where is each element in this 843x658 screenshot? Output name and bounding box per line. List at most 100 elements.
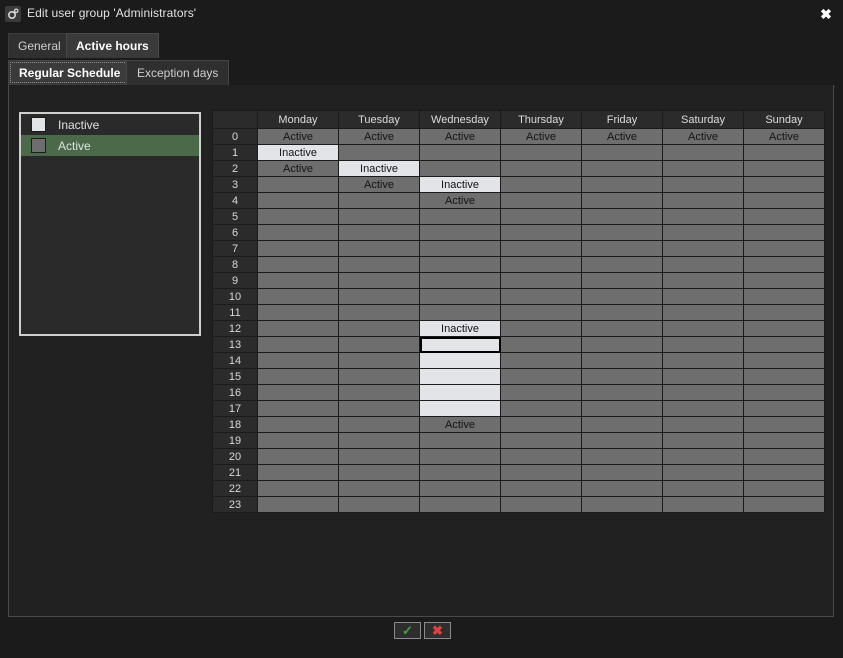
schedule-cell-saturday-18[interactable]	[663, 417, 744, 433]
schedule-cell-saturday-15[interactable]	[663, 369, 744, 385]
schedule-cell-thursday-1[interactable]	[501, 145, 582, 161]
schedule-cell-friday-15[interactable]	[582, 369, 663, 385]
schedule-cell-sunday-3[interactable]	[744, 177, 825, 193]
schedule-cell-tuesday-21[interactable]	[339, 465, 420, 481]
close-icon[interactable]: ✖	[817, 6, 835, 22]
schedule-cell-tuesday-4[interactable]	[339, 193, 420, 209]
schedule-cell-saturday-12[interactable]	[663, 321, 744, 337]
state-legend-list[interactable]: Inactive Active	[19, 112, 201, 336]
schedule-cell-wednesday-14[interactable]	[420, 353, 501, 369]
schedule-cell-sunday-6[interactable]	[744, 225, 825, 241]
schedule-cell-thursday-13[interactable]	[501, 337, 582, 353]
schedule-cell-tuesday-2[interactable]: Inactive	[339, 161, 420, 177]
schedule-cell-monday-20[interactable]	[258, 449, 339, 465]
schedule-cell-thursday-3[interactable]	[501, 177, 582, 193]
schedule-cell-tuesday-18[interactable]	[339, 417, 420, 433]
schedule-cell-monday-22[interactable]	[258, 481, 339, 497]
schedule-cell-thursday-19[interactable]	[501, 433, 582, 449]
schedule-cell-friday-4[interactable]	[582, 193, 663, 209]
schedule-cell-friday-19[interactable]	[582, 433, 663, 449]
schedule-cell-wednesday-13[interactable]	[420, 337, 501, 353]
schedule-cell-sunday-21[interactable]	[744, 465, 825, 481]
schedule-cell-wednesday-18[interactable]: Active	[420, 417, 501, 433]
schedule-cell-monday-2[interactable]: Active	[258, 161, 339, 177]
schedule-cell-wednesday-4[interactable]: Active	[420, 193, 501, 209]
schedule-cell-tuesday-1[interactable]	[339, 145, 420, 161]
schedule-cell-thursday-9[interactable]	[501, 273, 582, 289]
schedule-cell-tuesday-8[interactable]	[339, 257, 420, 273]
schedule-cell-friday-18[interactable]	[582, 417, 663, 433]
schedule-cell-thursday-2[interactable]	[501, 161, 582, 177]
schedule-cell-friday-17[interactable]	[582, 401, 663, 417]
schedule-cell-saturday-0[interactable]: Active	[663, 129, 744, 145]
schedule-cell-friday-9[interactable]	[582, 273, 663, 289]
schedule-cell-friday-0[interactable]: Active	[582, 129, 663, 145]
schedule-cell-sunday-20[interactable]	[744, 449, 825, 465]
schedule-cell-monday-19[interactable]	[258, 433, 339, 449]
schedule-cell-thursday-18[interactable]	[501, 417, 582, 433]
schedule-cell-wednesday-3[interactable]: Inactive	[420, 177, 501, 193]
schedule-cell-monday-17[interactable]	[258, 401, 339, 417]
schedule-cell-saturday-4[interactable]	[663, 193, 744, 209]
schedule-cell-wednesday-9[interactable]	[420, 273, 501, 289]
schedule-cell-tuesday-14[interactable]	[339, 353, 420, 369]
schedule-cell-monday-8[interactable]	[258, 257, 339, 273]
schedule-cell-tuesday-19[interactable]	[339, 433, 420, 449]
schedule-cell-sunday-10[interactable]	[744, 289, 825, 305]
schedule-cell-tuesday-3[interactable]: Active	[339, 177, 420, 193]
schedule-cell-thursday-22[interactable]	[501, 481, 582, 497]
schedule-cell-saturday-20[interactable]	[663, 449, 744, 465]
schedule-cell-saturday-3[interactable]	[663, 177, 744, 193]
legend-item-inactive[interactable]: Inactive	[21, 114, 199, 135]
schedule-cell-thursday-0[interactable]: Active	[501, 129, 582, 145]
schedule-cell-monday-5[interactable]	[258, 209, 339, 225]
schedule-cell-monday-15[interactable]	[258, 369, 339, 385]
schedule-cell-sunday-23[interactable]	[744, 497, 825, 513]
schedule-cell-sunday-8[interactable]	[744, 257, 825, 273]
schedule-cell-sunday-0[interactable]: Active	[744, 129, 825, 145]
schedule-cell-tuesday-23[interactable]	[339, 497, 420, 513]
schedule-cell-wednesday-22[interactable]	[420, 481, 501, 497]
schedule-cell-monday-0[interactable]: Active	[258, 129, 339, 145]
column-header-tuesday[interactable]: Tuesday	[339, 111, 420, 129]
schedule-cell-monday-9[interactable]	[258, 273, 339, 289]
schedule-cell-thursday-17[interactable]	[501, 401, 582, 417]
schedule-cell-thursday-14[interactable]	[501, 353, 582, 369]
schedule-cell-friday-1[interactable]	[582, 145, 663, 161]
schedule-cell-sunday-7[interactable]	[744, 241, 825, 257]
schedule-cell-sunday-11[interactable]	[744, 305, 825, 321]
schedule-cell-monday-1[interactable]: Inactive	[258, 145, 339, 161]
schedule-cell-sunday-18[interactable]	[744, 417, 825, 433]
schedule-cell-thursday-4[interactable]	[501, 193, 582, 209]
schedule-cell-monday-13[interactable]	[258, 337, 339, 353]
schedule-cell-sunday-13[interactable]	[744, 337, 825, 353]
tab-active-hours[interactable]: Active hours	[66, 33, 159, 58]
schedule-cell-wednesday-16[interactable]	[420, 385, 501, 401]
schedule-cell-wednesday-0[interactable]: Active	[420, 129, 501, 145]
schedule-cell-friday-23[interactable]	[582, 497, 663, 513]
schedule-cell-saturday-9[interactable]	[663, 273, 744, 289]
column-header-saturday[interactable]: Saturday	[663, 111, 744, 129]
schedule-cell-wednesday-11[interactable]	[420, 305, 501, 321]
cancel-button[interactable]: ✖	[424, 622, 451, 639]
schedule-cell-sunday-17[interactable]	[744, 401, 825, 417]
schedule-cell-wednesday-5[interactable]	[420, 209, 501, 225]
schedule-cell-tuesday-13[interactable]	[339, 337, 420, 353]
schedule-cell-friday-12[interactable]	[582, 321, 663, 337]
schedule-cell-saturday-19[interactable]	[663, 433, 744, 449]
schedule-cell-wednesday-12[interactable]: Inactive	[420, 321, 501, 337]
schedule-cell-thursday-23[interactable]	[501, 497, 582, 513]
ok-button[interactable]: ✓	[394, 622, 421, 639]
schedule-cell-friday-10[interactable]	[582, 289, 663, 305]
schedule-cell-thursday-15[interactable]	[501, 369, 582, 385]
schedule-cell-thursday-16[interactable]	[501, 385, 582, 401]
schedule-cell-saturday-17[interactable]	[663, 401, 744, 417]
schedule-cell-friday-13[interactable]	[582, 337, 663, 353]
schedule-cell-wednesday-10[interactable]	[420, 289, 501, 305]
schedule-cell-thursday-12[interactable]	[501, 321, 582, 337]
tab-general[interactable]: General	[8, 33, 71, 58]
schedule-cell-saturday-11[interactable]	[663, 305, 744, 321]
schedule-cell-tuesday-20[interactable]	[339, 449, 420, 465]
schedule-cell-monday-6[interactable]	[258, 225, 339, 241]
schedule-cell-friday-6[interactable]	[582, 225, 663, 241]
